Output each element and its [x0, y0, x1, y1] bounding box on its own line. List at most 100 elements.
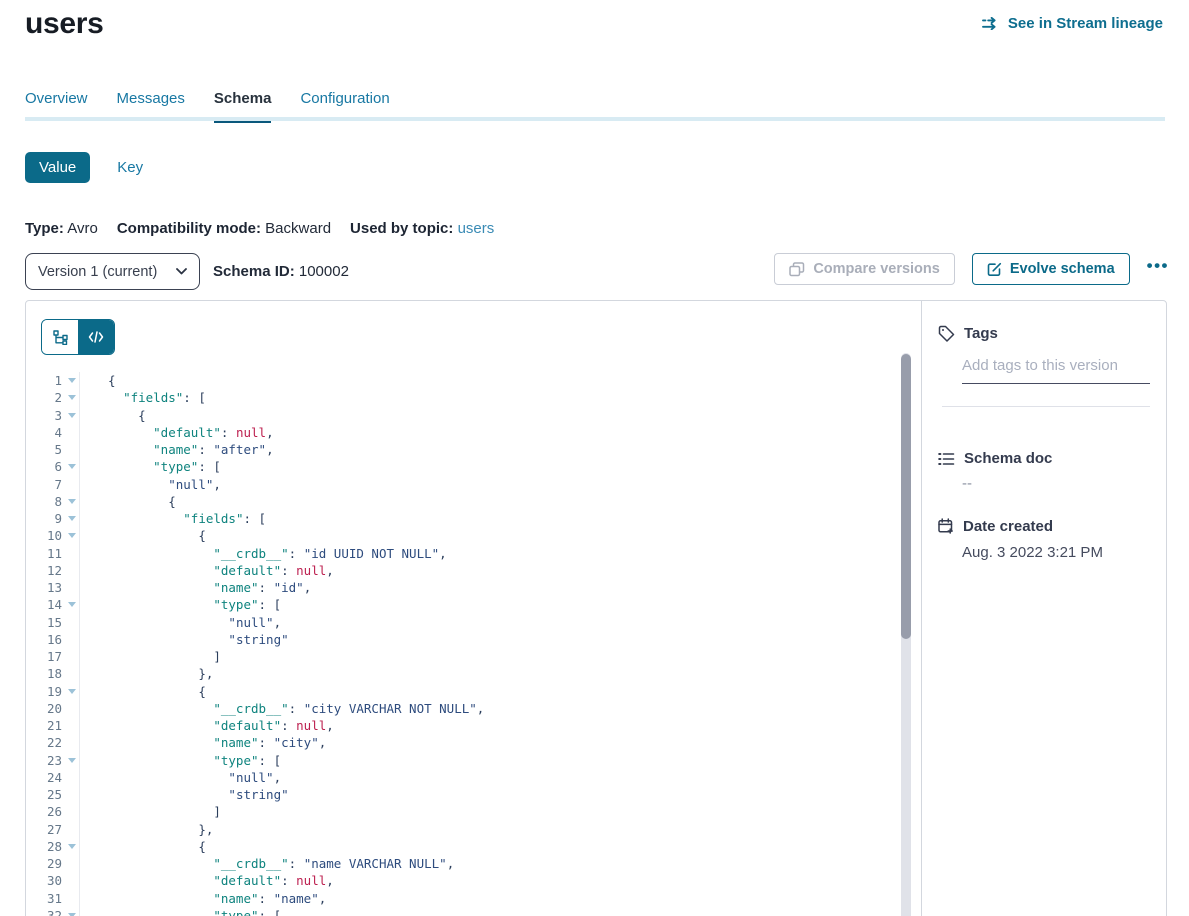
fold-arrow-icon[interactable] [68, 689, 76, 694]
version-controls: Version 1 (current) Schema ID: 100002 [25, 253, 349, 290]
line-number: 24 [47, 770, 62, 785]
fold-arrow-icon[interactable] [68, 844, 76, 849]
code-view-button[interactable] [78, 320, 114, 354]
code-line: 6 "type": [ [26, 458, 900, 475]
compare-versions-button[interactable]: Compare versions [774, 253, 955, 285]
code-line: 12 "default": null, [26, 562, 900, 579]
code-line: 16 "string" [26, 631, 900, 648]
code-line-text: "name": "after", [80, 441, 274, 458]
code-line-text: ] [80, 648, 221, 665]
code-line: 15 "null", [26, 614, 900, 631]
schema-doc-section-header: Schema doc [938, 450, 1052, 467]
evolve-schema-button[interactable]: Evolve schema [972, 253, 1130, 285]
code-line-text: { [80, 372, 116, 389]
add-tags-input[interactable] [962, 357, 1150, 384]
date-created-value: Aug. 3 2022 3:21 PM [962, 544, 1103, 561]
line-number: 17 [47, 649, 62, 664]
code-line-text: }, [80, 821, 213, 838]
schema-meta: Type: Avro Compatibility mode: Backward … [25, 220, 494, 237]
code-line-text: "name": "id", [80, 579, 311, 596]
code-line-text: { [80, 493, 176, 510]
code-line-text: "null", [80, 614, 281, 631]
fold-arrow-icon[interactable] [68, 516, 76, 521]
line-number: 4 [54, 425, 62, 440]
code-line: 8 { [26, 493, 900, 510]
calendar-plus-icon [938, 518, 954, 535]
code-line: 2 "fields": [ [26, 389, 900, 406]
code-line: 31 "name": "name", [26, 890, 900, 907]
line-number: 8 [54, 494, 62, 509]
fold-arrow-icon[interactable] [68, 464, 76, 469]
code-line-text: { [80, 838, 206, 855]
list-icon [938, 452, 955, 466]
tab-schema[interactable]: Schema [214, 90, 272, 117]
editor-scrollbar-thumb[interactable] [901, 354, 911, 639]
fold-arrow-icon[interactable] [68, 499, 76, 504]
schema-panel: 1{2 "fields": [3 {4 "default": null,5 "n… [25, 300, 1167, 916]
line-number: 16 [47, 632, 62, 647]
code-line-text: "fields": [ [80, 389, 206, 406]
code-line: 3 { [26, 407, 900, 424]
type-field: Type: Avro [25, 220, 98, 237]
value-toggle-button[interactable]: Value [25, 152, 90, 183]
code-line-text: "type": [ [80, 458, 221, 475]
tab-bar: Overview Messages Schema Configuration [25, 90, 390, 117]
code-view-icon [88, 331, 104, 343]
code-line: 4 "default": null, [26, 424, 900, 441]
fold-arrow-icon[interactable] [68, 758, 76, 763]
code-line: 13 "name": "id", [26, 579, 900, 596]
stream-lineage-link[interactable]: See in Stream lineage [982, 15, 1163, 32]
tab-messages[interactable]: Messages [117, 90, 185, 117]
code-line-text: "null", [80, 769, 281, 786]
tab-configuration[interactable]: Configuration [300, 90, 389, 117]
code-line-text: ] [80, 803, 221, 820]
code-line: 29 "__crdb__": "name VARCHAR NULL", [26, 855, 900, 872]
code-line: 9 "fields": [ [26, 510, 900, 527]
key-toggle-button[interactable]: Key [117, 159, 143, 176]
line-number: 18 [47, 666, 62, 681]
fold-arrow-icon[interactable] [68, 602, 76, 607]
code-line-text: "fields": [ [80, 510, 266, 527]
code-line-text: "null", [80, 476, 221, 493]
date-created-section-header: Date created [938, 518, 1053, 535]
fold-arrow-icon[interactable] [68, 413, 76, 418]
fold-arrow-icon[interactable] [68, 378, 76, 383]
code-line-text: { [80, 683, 206, 700]
line-number: 7 [54, 477, 62, 492]
fold-arrow-icon[interactable] [68, 533, 76, 538]
version-select[interactable]: Version 1 (current) [25, 253, 200, 290]
code-line: 18 }, [26, 665, 900, 682]
code-line: 22 "name": "city", [26, 734, 900, 751]
line-number: 5 [54, 442, 62, 457]
code-line: 19 { [26, 683, 900, 700]
code-line-text: "string" [80, 786, 289, 803]
code-line: 21 "default": null, [26, 717, 900, 734]
code-line-text: "default": null, [80, 562, 334, 579]
schema-actions: Compare versions Evolve schema ••• [774, 253, 1169, 285]
tab-overview[interactable]: Overview [25, 90, 88, 117]
used-by-topic-field: Used by topic: users [350, 220, 494, 237]
code-line-text: "__crdb__": "name VARCHAR NULL", [80, 855, 454, 872]
fold-arrow-icon[interactable] [68, 395, 76, 400]
line-number: 1 [54, 373, 62, 388]
code-line-text: "name": "name", [80, 890, 326, 907]
code-line-text: { [80, 407, 146, 424]
line-number: 30 [47, 873, 62, 888]
code-line: 32 "type": [ [26, 907, 900, 916]
line-number: 22 [47, 735, 62, 750]
code-line-text: "default": null, [80, 872, 334, 889]
schema-id-field: Schema ID: 100002 [213, 263, 349, 280]
code-line: 25 "string" [26, 786, 900, 803]
line-number: 11 [47, 546, 62, 561]
more-options-button[interactable]: ••• [1147, 256, 1169, 282]
schema-page: users See in Stream lineage Overview Mes… [0, 0, 1189, 916]
code-line: 14 "type": [ [26, 596, 900, 613]
code-line: 11 "__crdb__": "id UUID NOT NULL", [26, 545, 900, 562]
tree-view-button[interactable] [42, 320, 78, 354]
code-line-text: "default": null, [80, 717, 334, 734]
compare-versions-icon [789, 262, 805, 277]
compatibility-field: Compatibility mode: Backward [117, 220, 331, 237]
topic-link[interactable]: users [458, 220, 495, 237]
edit-icon [987, 262, 1002, 277]
code-line: 1{ [26, 372, 900, 389]
